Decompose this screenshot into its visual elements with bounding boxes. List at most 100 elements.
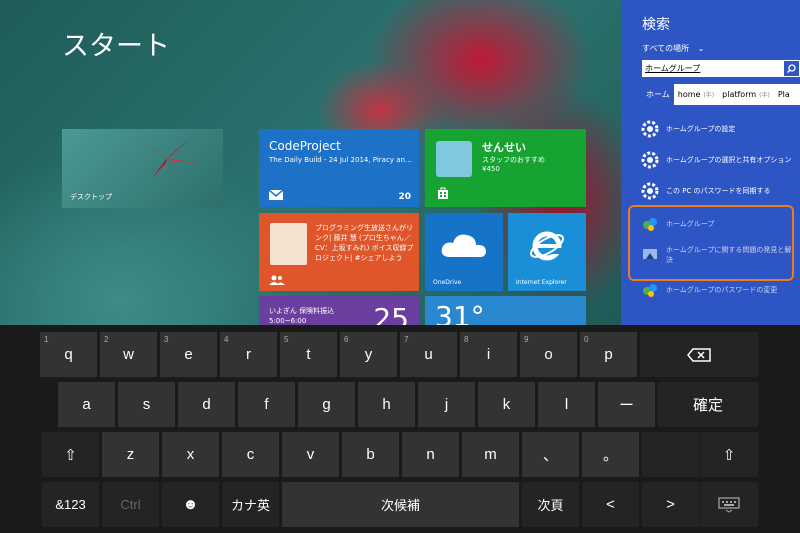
key-e[interactable]: 3e [160, 332, 217, 377]
tile-desktop-label: デスクトップ [70, 193, 112, 201]
key-w[interactable]: 2w [100, 332, 157, 377]
mail-subtitle: The Daily Build - 24 Jul 2014, Piracy an… [269, 156, 412, 164]
ie-label: Internet Explorer [516, 279, 567, 286]
key-q[interactable]: 1q [40, 332, 97, 377]
touch-keyboard: 1q 2w 3e 4r 5t 6y 7u 8i 9o 0p a s d f g … [0, 325, 800, 533]
keyboard-layout-key[interactable] [700, 482, 758, 527]
key-c[interactable]: c [222, 432, 279, 477]
ime-candidate-text: home [677, 90, 701, 99]
search-result-sync-password[interactable]: この PC のパスワードを同期する [640, 181, 798, 201]
key-x[interactable]: x [162, 432, 219, 477]
key-k[interactable]: k [478, 382, 535, 427]
key-p[interactable]: 0p [580, 332, 637, 377]
tile-store[interactable]: せんせい スタッフのおすすめ ¥450 [425, 129, 586, 207]
key-label: w [123, 346, 134, 363]
arrow-right-key[interactable]: > [642, 482, 699, 527]
key-placeholder[interactable] [642, 432, 699, 477]
arrow-left-key[interactable]: < [582, 482, 639, 527]
kana-switch-key[interactable]: カナ英 [222, 482, 279, 527]
highlight-annotation [628, 205, 794, 281]
tile-people[interactable]: プログラミング生放送さんがリンク| 藤井 慧 (プロ生ちゃん／CV：上坂すみれ)… [259, 213, 419, 291]
homegroup-icon [640, 280, 660, 300]
onedrive-label: OneDrive [433, 279, 462, 286]
ime-candidate-text: Pla [777, 90, 790, 99]
key-period[interactable]: 。 [582, 432, 639, 477]
start-title: スタート [62, 31, 170, 62]
key-t[interactable]: 5t [280, 332, 337, 377]
store-bag-icon [438, 187, 448, 199]
ime-candidate[interactable]: home (半) [674, 84, 718, 105]
tile-calendar[interactable]: いよぎん 保険料振込 5:00~6:00 25 [259, 296, 419, 325]
search-title: 検索 [642, 17, 670, 33]
key-y[interactable]: 6y [340, 332, 397, 377]
key-j[interactable]: j [418, 382, 475, 427]
key-number-label: 8 [464, 335, 469, 344]
calendar-time: 5:00~6:00 [269, 317, 307, 325]
tile-onedrive[interactable]: OneDrive [425, 213, 503, 291]
search-box [642, 60, 800, 77]
shift-key-right[interactable]: ⇧ [700, 432, 758, 477]
key-number-label: 1 [44, 335, 49, 344]
search-result-sharing-options[interactable]: ホームグループの選択と共有オプション [640, 150, 798, 170]
key-a[interactable]: a [58, 382, 115, 427]
key-b[interactable]: b [342, 432, 399, 477]
keyboard-icon [718, 496, 740, 513]
key-number-label: 4 [224, 335, 229, 344]
key-m[interactable]: m [462, 432, 519, 477]
key-label: p [604, 346, 613, 363]
ime-candidate[interactable]: ホーム [642, 84, 674, 105]
enter-key[interactable]: 確定 [658, 382, 758, 427]
tile-desktop[interactable]: デスクトップ [62, 129, 223, 208]
ime-candidate[interactable]: Pla [774, 84, 794, 105]
key-l[interactable]: l [538, 382, 595, 427]
gear-icon [640, 150, 660, 170]
ime-candidate[interactable]: platform (半) [718, 84, 774, 105]
emoji-key[interactable]: ☻ [162, 482, 219, 527]
space-key[interactable]: 次候補 [282, 482, 519, 527]
chevron-down-icon: ⌄ [697, 44, 705, 53]
search-result-homegroup-settings[interactable]: ホームグループの設定 [640, 119, 798, 139]
key-long-vowel[interactable]: ー [598, 382, 655, 427]
search-result-change-password[interactable]: ホームグループのパスワードの変更 [640, 280, 798, 300]
key-o[interactable]: 9o [520, 332, 577, 377]
search-input[interactable] [644, 61, 779, 76]
arrow-right-icon: > [666, 496, 675, 513]
key-f[interactable]: f [238, 382, 295, 427]
ime-candidate-tag: (半) [759, 92, 770, 99]
ime-candidate-text: ホーム [646, 90, 670, 99]
key-d[interactable]: d [178, 382, 235, 427]
key-n[interactable]: n [402, 432, 459, 477]
key-number-label: 3 [164, 335, 169, 344]
key-h[interactable]: h [358, 382, 415, 427]
key-i[interactable]: 8i [460, 332, 517, 377]
gear-icon [640, 181, 660, 201]
search-scope-dropdown[interactable]: すべての場所 ⌄ [642, 43, 704, 54]
key-number-label: 0 [584, 335, 589, 344]
search-result-label: ホームグループのパスワードの変更 [666, 286, 778, 294]
key-number-label: 6 [344, 335, 349, 344]
backspace-key[interactable] [640, 332, 758, 377]
key-label: q [64, 346, 73, 363]
calendar-day: 25 [373, 302, 409, 325]
ctrl-key[interactable]: Ctrl [102, 482, 159, 527]
next-page-key[interactable]: 次頁 [522, 482, 579, 527]
key-u[interactable]: 7u [400, 332, 457, 377]
tile-mail[interactable]: CodeProject The Daily Build - 24 Jul 201… [259, 129, 419, 207]
search-button[interactable] [784, 61, 799, 76]
key-r[interactable]: 4r [220, 332, 277, 377]
tile-ie[interactable]: Internet Explorer [508, 213, 586, 291]
shift-key-left[interactable]: ⇧ [42, 432, 99, 477]
key-v[interactable]: v [282, 432, 339, 477]
search-result-label: ホームグループの設定 [666, 125, 736, 133]
store-title: せんせい [482, 141, 526, 154]
numbers-key[interactable]: &123 [42, 482, 99, 527]
key-s[interactable]: s [118, 382, 175, 427]
key-z[interactable]: z [102, 432, 159, 477]
ime-candidate-bar: ホーム home (半) platform (半) Pla [642, 84, 800, 105]
key-g[interactable]: g [298, 382, 355, 427]
key-comma[interactable]: 、 [522, 432, 579, 477]
app-avatar [436, 141, 472, 177]
search-icon [787, 64, 796, 73]
tile-weather[interactable]: 31° [425, 296, 586, 325]
mail-icon [269, 190, 283, 200]
